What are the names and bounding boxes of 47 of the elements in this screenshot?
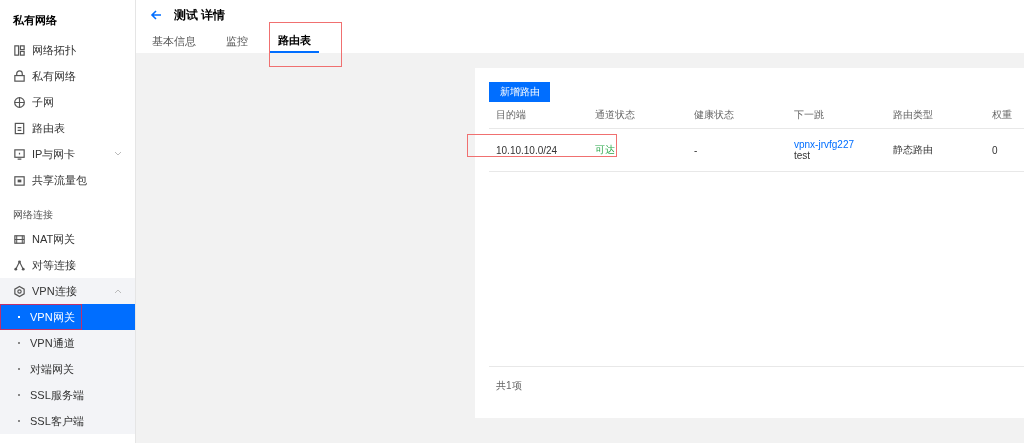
- sidebar-item[interactable]: NAT网关: [0, 226, 135, 252]
- menu-icon: [13, 43, 26, 57]
- sidebar-item[interactable]: 共享流量包: [0, 167, 135, 193]
- menu-icon: [13, 258, 26, 272]
- next-hop-link[interactable]: vpnx-jrvfg227: [794, 139, 879, 150]
- table-cell-text: 10.10.10.0/24: [496, 144, 559, 156]
- tab[interactable]: 监控: [218, 30, 256, 53]
- column-header: 路由类型: [886, 102, 985, 129]
- status-text: 可达: [595, 143, 616, 157]
- section-heading: 网络连接: [12, 208, 54, 222]
- sidebar-subitem[interactable]: VPN通道: [0, 330, 135, 356]
- tab[interactable]: 路由表: [270, 30, 319, 53]
- sidebar-title: 私有网络: [12, 13, 58, 28]
- column-header: 下一跳: [787, 102, 886, 129]
- menu-icon: [13, 284, 26, 298]
- menu-icon: [13, 95, 26, 109]
- sidebar-item[interactable]: 网络拓扑: [0, 37, 135, 63]
- table-cell-text: test: [794, 150, 811, 161]
- chevron-icon: [114, 288, 122, 294]
- sidebar-subitem[interactable]: 对端网关: [0, 356, 135, 382]
- back-arrow-icon[interactable]: [150, 9, 162, 21]
- table-cell-text: 静态路由: [893, 143, 934, 157]
- tab[interactable]: 基本信息: [144, 30, 204, 53]
- column-header: 健康状态: [687, 102, 787, 129]
- column-header: 权重: [985, 102, 1024, 129]
- sidebar-item[interactable]: VPN连接: [0, 278, 135, 304]
- column-header: 通道状态: [588, 102, 687, 129]
- sidebar-item[interactable]: 路由表: [0, 115, 135, 141]
- sidebar-item[interactable]: 私有网络: [0, 63, 135, 89]
- menu-icon: [13, 232, 26, 246]
- menu-icon: [13, 69, 26, 83]
- sidebar-subitem[interactable]: SSL服务端: [0, 382, 135, 408]
- menu-icon: [13, 147, 26, 161]
- column-header: 目的端: [489, 102, 588, 129]
- total-count: 共1项: [496, 380, 522, 391]
- page-title: 测试 详情: [174, 6, 226, 24]
- table-cell-text: 0: [992, 144, 999, 156]
- chevron-icon: [114, 151, 122, 157]
- table-cell-text: -: [694, 144, 699, 156]
- add-route-button[interactable]: 新增路由: [489, 82, 550, 102]
- sidebar-item[interactable]: IP与网卡: [0, 141, 135, 167]
- menu-icon: [13, 173, 26, 187]
- sidebar-item[interactable]: 子网: [0, 89, 135, 115]
- sidebar-subitem[interactable]: SSL客户端: [0, 408, 135, 434]
- sidebar-item[interactable]: 对等连接: [0, 252, 135, 278]
- sidebar-subitem[interactable]: VPN网关: [0, 304, 135, 330]
- menu-icon: [13, 121, 26, 135]
